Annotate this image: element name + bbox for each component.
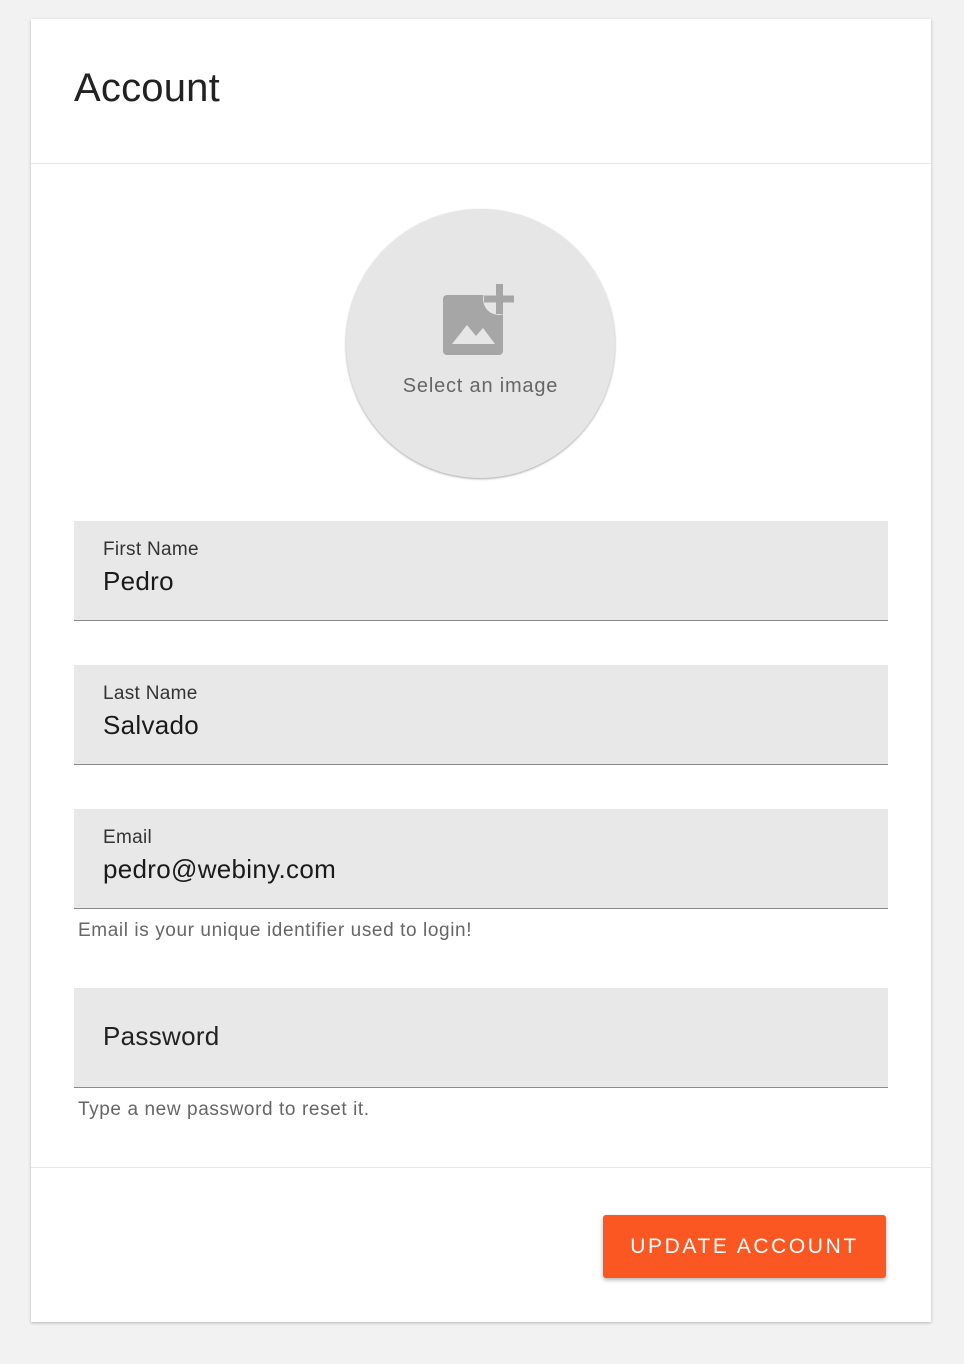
avatar-label: Select an image: [402, 375, 559, 397]
last-name-field[interactable]: Last Name: [74, 665, 888, 765]
card-footer: UPDATE ACCOUNT: [31, 1168, 931, 1322]
email-label: Email: [103, 827, 153, 848]
password-helper-text: Type a new password to reset it.: [78, 1099, 370, 1120]
last-name-label: Last Name: [103, 683, 198, 704]
first-name-label: First Name: [103, 539, 199, 560]
last-name-input[interactable]: [103, 710, 863, 741]
account-form: Select an image First Name Last Name Ema…: [31, 164, 931, 1168]
first-name-field[interactable]: First Name: [74, 521, 888, 621]
add-photo-icon: [443, 284, 515, 355]
password-input[interactable]: [103, 1018, 863, 1049]
card-header: Account: [31, 19, 931, 164]
password-field[interactable]: Password: [74, 988, 888, 1088]
email-helper-text: Email is your unique identifier used to …: [78, 920, 473, 941]
avatar-image-picker[interactable]: Select an image: [346, 209, 615, 478]
account-card: Account Select an image First Name Last …: [31, 19, 931, 1322]
update-account-button[interactable]: UPDATE ACCOUNT: [603, 1215, 886, 1278]
email-input[interactable]: [103, 854, 863, 885]
page-title: Account: [74, 66, 220, 110]
email-field[interactable]: Email: [74, 809, 888, 909]
first-name-input[interactable]: [103, 566, 863, 597]
